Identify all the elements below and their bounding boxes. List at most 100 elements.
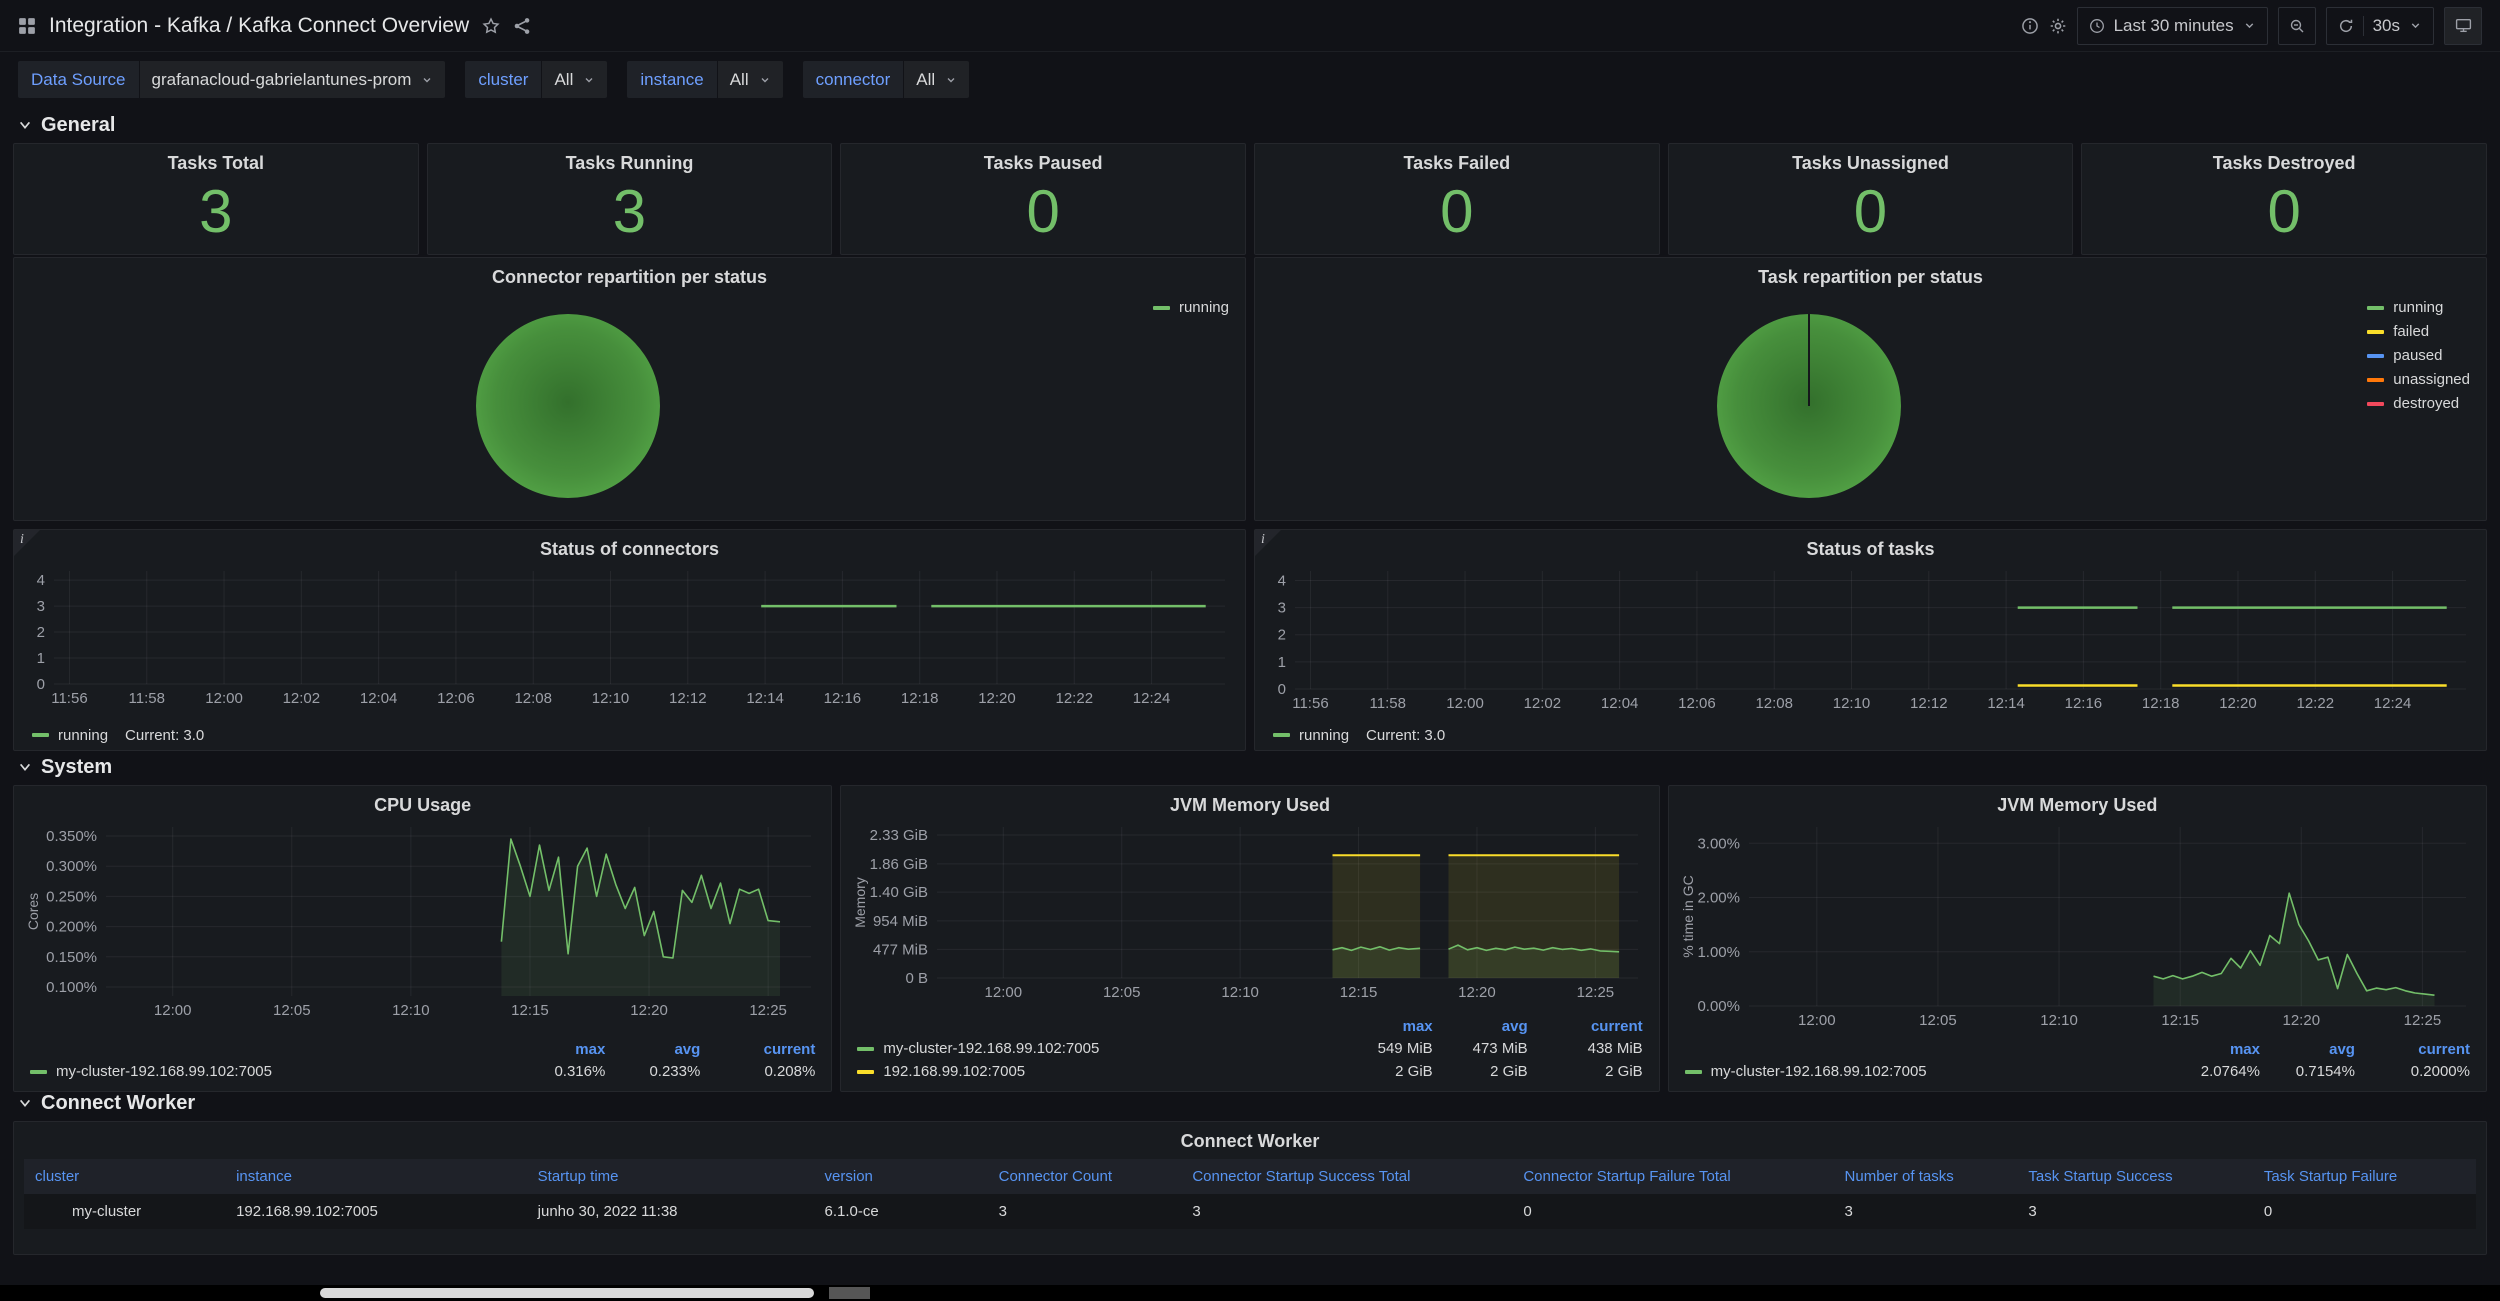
cpu-usage-panel: CPU Usage 0.100%0.150%0.200%0.250%0.300%… <box>13 785 832 1092</box>
instance-picker[interactable]: All <box>718 61 783 98</box>
column-header-connector-count[interactable]: Connector Count <box>988 1159 1182 1194</box>
share-icon[interactable] <box>513 17 531 35</box>
panel-title[interactable]: Tasks Failed <box>1255 144 1659 177</box>
bottom-bar-segment[interactable] <box>320 1288 814 1298</box>
cluster-picker[interactable]: All <box>542 61 607 98</box>
legend-label[interactable]: running <box>1299 727 1349 744</box>
kiosk-mode-button[interactable] <box>2444 7 2482 45</box>
svg-text:12:15: 12:15 <box>1340 984 1378 1001</box>
variable-label: Data Source <box>18 61 139 98</box>
datasource-picker[interactable]: grafanacloud-gabrielantunes-prom <box>140 61 446 98</box>
jvm-gc-chart[interactable]: 0.00%1.00%2.00%3.00%12:0012:0512:1012:15… <box>1677 819 2478 1037</box>
panel-title[interactable]: Status of connectors <box>14 530 1245 563</box>
bottom-bar-block[interactable] <box>829 1287 870 1299</box>
legend-header-max[interactable]: max <box>495 1039 605 1060</box>
column-header-task-startup-success[interactable]: Task Startup Success <box>2017 1159 2252 1194</box>
panel-title[interactable]: CPU Usage <box>14 786 831 819</box>
panel-title[interactable]: Tasks Paused <box>841 144 1245 177</box>
svg-text:12:10: 12:10 <box>1833 695 1871 712</box>
legend-item-running[interactable]: running <box>1153 299 1229 316</box>
panel-title[interactable]: JVM Memory Used <box>841 786 1658 819</box>
svg-text:0.100%: 0.100% <box>46 979 97 996</box>
svg-text:12:16: 12:16 <box>824 690 862 707</box>
legend-label[interactable]: running <box>58 727 108 744</box>
dashboard-breadcrumb[interactable]: Integration - Kafka / Kafka Connect Over… <box>49 14 469 38</box>
task-status-pie-chart[interactable] <box>1717 314 1901 498</box>
panel-title[interactable]: Connector repartition per status <box>14 258 1245 291</box>
connector-value: All <box>916 70 935 90</box>
settings-gear-icon[interactable] <box>2049 17 2067 35</box>
legend-item-unassigned[interactable]: unassigned <box>2367 371 2470 388</box>
legend-swatch <box>2367 306 2384 310</box>
section-system[interactable]: System <box>0 749 2500 785</box>
legend-header-avg[interactable]: avg <box>605 1039 700 1060</box>
stat-value: 0 <box>1255 177 1659 254</box>
apps-grid-icon[interactable] <box>18 17 36 35</box>
clock-icon <box>2089 18 2105 34</box>
legend-avg-value: 0.7154% <box>2260 1063 2355 1080</box>
svg-text:12:20: 12:20 <box>978 690 1016 707</box>
column-header-connector-startup-failure[interactable]: Connector Startup Failure Total <box>1512 1159 1833 1194</box>
panel-title[interactable]: Tasks Running <box>428 144 832 177</box>
panel-info-corner[interactable] <box>14 530 40 556</box>
cpu-usage-chart[interactable]: 0.100%0.150%0.200%0.250%0.300%0.350%12:0… <box>22 819 823 1037</box>
column-header-task-startup-failure[interactable]: Task Startup Failure <box>2253 1159 2476 1194</box>
legend-item-failed[interactable]: failed <box>2367 323 2470 340</box>
connector-picker[interactable]: All <box>904 61 969 98</box>
panel-title[interactable]: Tasks Destroyed <box>2082 144 2486 177</box>
svg-text:12:00: 12:00 <box>1798 1012 1836 1029</box>
time-range-picker[interactable]: Last 30 minutes <box>2077 7 2268 45</box>
star-icon[interactable] <box>482 17 500 35</box>
legend-current-value: 0.2000% <box>2355 1063 2470 1080</box>
svg-text:3.00%: 3.00% <box>1697 835 1740 852</box>
column-header-version[interactable]: version <box>814 1159 988 1194</box>
panel-title[interactable]: Connect Worker <box>14 1122 2486 1155</box>
zoom-out-button[interactable] <box>2278 7 2316 45</box>
panel-title[interactable]: Task repartition per status <box>1255 258 2486 291</box>
svg-text:0: 0 <box>37 676 45 693</box>
section-general[interactable]: General <box>0 107 2500 143</box>
chevron-down-icon <box>945 74 957 86</box>
legend-item-destroyed[interactable]: destroyed <box>2367 395 2470 412</box>
panel-title[interactable]: Tasks Total <box>14 144 418 177</box>
panel-title[interactable]: JVM Memory Used <box>1669 786 2486 819</box>
legend-header-max[interactable]: max <box>2150 1039 2260 1060</box>
refresh-interval-control[interactable]: 30s <box>2326 7 2434 45</box>
column-header-startup-time[interactable]: Startup time <box>527 1159 814 1194</box>
panel-title[interactable]: Tasks Unassigned <box>1669 144 2073 177</box>
legend-max-value: 2.0764% <box>2150 1063 2260 1080</box>
variable-label: connector <box>803 61 904 98</box>
panel-info-icon[interactable]: i <box>1261 532 1265 548</box>
panel-info-icon[interactable]: i <box>20 532 24 548</box>
divider <box>2363 16 2364 36</box>
jvm-memory-chart[interactable]: 0 B477 MiB954 MiB1.40 GiB1.86 GiB2.33 Gi… <box>849 819 1650 1014</box>
legend-series-name[interactable]: my-cluster-192.168.99.102:7005 <box>857 1040 1322 1057</box>
panel-info-corner[interactable] <box>1255 530 1281 556</box>
status-of-connectors-chart[interactable]: 0123411:5611:5812:0012:0212:0412:0612:08… <box>22 563 1237 720</box>
variable-instance: instance All <box>627 61 782 98</box>
svg-text:0 B: 0 B <box>906 970 929 987</box>
legend-header-avg[interactable]: avg <box>2260 1039 2355 1060</box>
column-header-number-of-tasks[interactable]: Number of tasks <box>1834 1159 2018 1194</box>
legend-item-paused[interactable]: paused <box>2367 347 2470 364</box>
legend-series-name[interactable]: 192.168.99.102:7005 <box>857 1063 1322 1080</box>
legend-header-max[interactable]: max <box>1323 1016 1433 1037</box>
legend-item-running[interactable]: running <box>2367 299 2470 316</box>
column-header-instance[interactable]: instance <box>225 1159 527 1194</box>
legend-series-name[interactable]: my-cluster-192.168.99.102:7005 <box>30 1063 495 1080</box>
legend-label: my-cluster-192.168.99.102:7005 <box>56 1063 272 1080</box>
connector-status-pie-chart[interactable] <box>476 314 660 498</box>
status-of-tasks-chart[interactable]: 0123411:5611:5812:0012:0212:0412:0612:08… <box>1263 563 2478 720</box>
legend-row: my-cluster-192.168.99.102:7005 549 MiB 4… <box>857 1037 1642 1060</box>
legend-row: 192.168.99.102:7005 2 GiB 2 GiB 2 GiB <box>857 1060 1642 1083</box>
legend-header-current[interactable]: current <box>700 1039 815 1060</box>
panel-title[interactable]: Status of tasks <box>1255 530 2486 563</box>
legend-header-current[interactable]: current <box>2355 1039 2470 1060</box>
column-header-cluster[interactable]: cluster <box>24 1159 225 1194</box>
legend-header-current[interactable]: current <box>1528 1016 1643 1037</box>
info-icon[interactable] <box>2021 17 2039 35</box>
legend-swatch <box>2367 330 2384 334</box>
column-header-connector-startup-success[interactable]: Connector Startup Success Total <box>1181 1159 1512 1194</box>
legend-series-name[interactable]: my-cluster-192.168.99.102:7005 <box>1685 1063 2150 1080</box>
legend-header-avg[interactable]: avg <box>1433 1016 1528 1037</box>
